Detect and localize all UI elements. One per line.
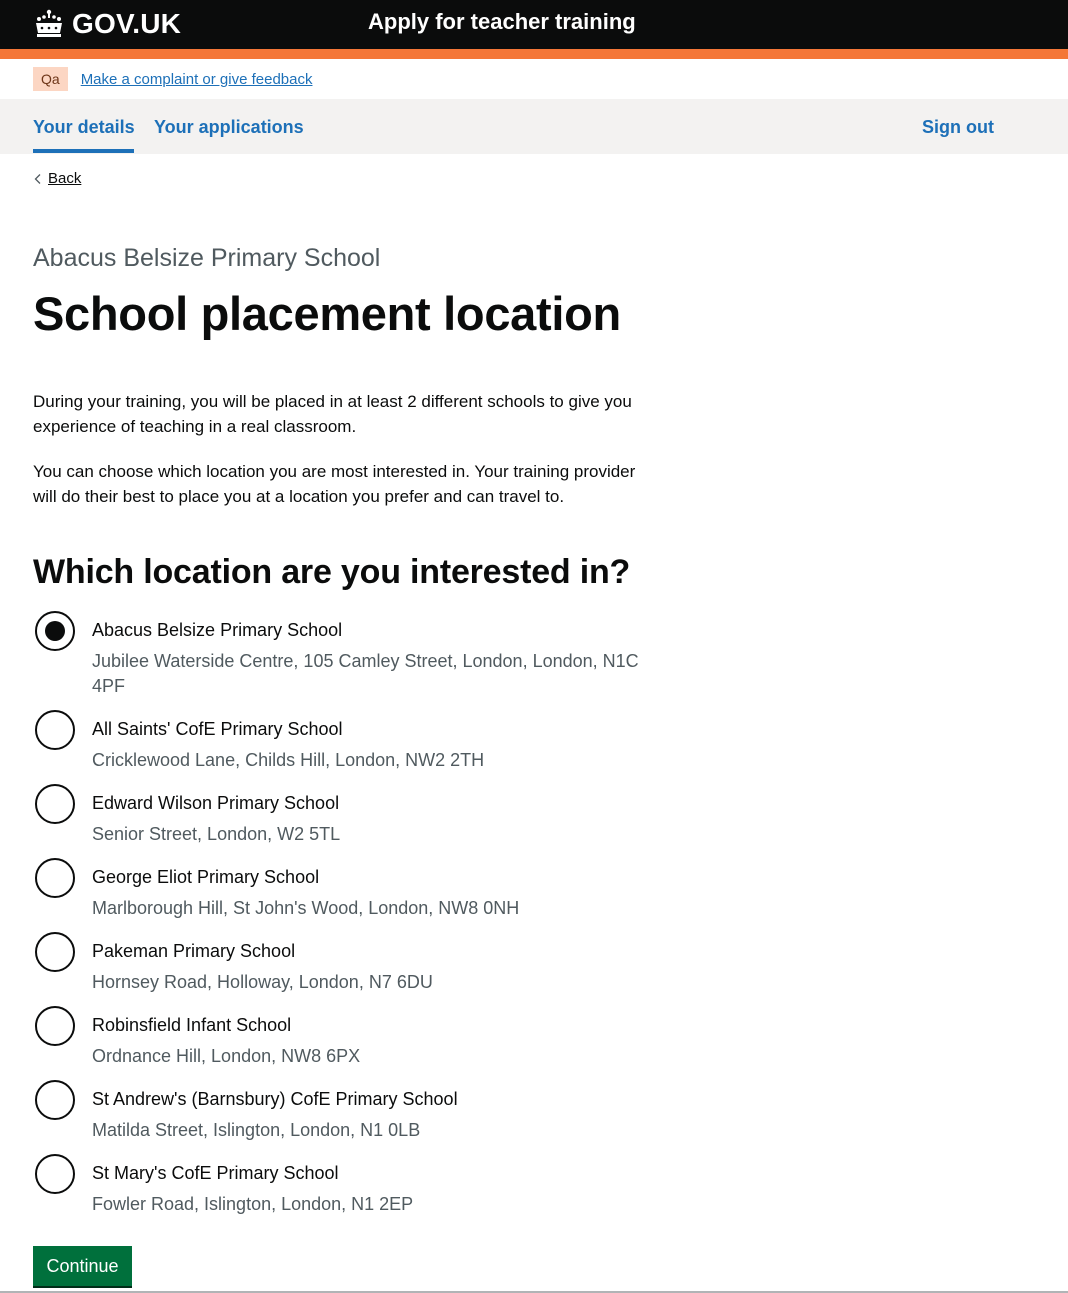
nav-your-applications[interactable]: Your applications [154, 117, 304, 138]
feedback-link[interactable]: Make a complaint or give feedback [81, 71, 313, 88]
header-accent-bar [0, 49, 1068, 59]
phase-banner: Qa Make a complaint or give feedback [33, 66, 312, 92]
radio-option[interactable]: Edward Wilson Primary School Senior Stre… [33, 784, 673, 848]
radio-button[interactable] [35, 1006, 75, 1046]
radio-hint: Matilda Street, Islington, London, N1 0L… [92, 1120, 421, 1140]
page-caption: Abacus Belsize Primary School [33, 244, 381, 272]
radio-hint: Jubilee Waterside Centre, 105 Camley Str… [92, 651, 639, 696]
crown-icon [36, 9, 62, 37]
back-link[interactable]: Back [33, 170, 81, 187]
radio-hint: Marlborough Hill, St John's Wood, London… [92, 898, 520, 918]
radio-option[interactable]: Abacus Belsize Primary School Jubilee Wa… [33, 611, 673, 696]
intro-paragraph: You can choose which location you are mo… [33, 462, 636, 506]
radio-label[interactable]: St Mary's CofE Primary School [92, 1163, 339, 1184]
radio-option[interactable]: St Mary's CofE Primary School Fowler Roa… [33, 1154, 673, 1218]
radio-label[interactable]: All Saints' CofE Primary School [92, 719, 343, 740]
radio-button[interactable] [35, 858, 75, 898]
radio-option[interactable]: Robinsfield Infant School Ordnance Hill,… [33, 1006, 673, 1070]
radio-button[interactable] [35, 710, 75, 750]
radio-label[interactable]: Abacus Belsize Primary School [92, 620, 342, 641]
page-title: School placement location [33, 287, 621, 340]
radio-label[interactable]: George Eliot Primary School [92, 867, 319, 888]
radio-hint: Hornsey Road, Holloway, London, N7 6DU [92, 972, 433, 992]
intro-paragraph: During your training, you will be placed… [33, 392, 632, 436]
radio-label[interactable]: Pakeman Primary School [92, 941, 295, 962]
govuk-logo-link[interactable]: GOV.UK [33, 6, 181, 42]
radio-hint: Fowler Road, Islington, London, N1 2EP [92, 1194, 414, 1214]
radio-button[interactable] [35, 932, 75, 972]
radio-button[interactable] [35, 611, 75, 651]
service-name-link[interactable]: Apply for teacher training [368, 9, 636, 35]
radio-label[interactable]: St Andrew's (Barnsbury) CofE Primary Sch… [92, 1089, 458, 1110]
question-heading: Which location are you interested in? [33, 553, 631, 591]
phase-tag: Qa [33, 67, 68, 91]
radio-option[interactable]: St Andrew's (Barnsbury) CofE Primary Sch… [33, 1080, 673, 1144]
nav-your-details[interactable]: Your details [33, 117, 135, 138]
radio-label[interactable]: Edward Wilson Primary School [92, 793, 339, 814]
continue-button[interactable]: Continue [33, 1246, 132, 1286]
radio-button[interactable] [35, 784, 75, 824]
sign-out-link[interactable]: Sign out [922, 117, 994, 138]
radio-option[interactable]: All Saints' CofE Primary School Cricklew… [33, 710, 673, 774]
radio-hint: Ordnance Hill, London, NW8 6PX [92, 1046, 361, 1066]
radio-label[interactable]: Robinsfield Infant School [92, 1015, 291, 1036]
radio-option[interactable]: Pakeman Primary School Hornsey Road, Hol… [33, 932, 673, 996]
radio-hint: Senior Street, London, W2 5TL [92, 824, 341, 844]
logo-text: GOV.UK [72, 8, 182, 39]
back-link-label: Back [48, 170, 82, 187]
nav-active-indicator [33, 149, 134, 153]
radio-hint: Cricklewood Lane, Childs Hill, London, N… [92, 750, 485, 770]
radio-option[interactable]: George Eliot Primary School Marlborough … [33, 858, 673, 922]
chevron-left-icon [34, 173, 41, 184]
radio-button[interactable] [35, 1080, 75, 1120]
header: GOV.UK Apply for teacher training [0, 0, 1068, 49]
radio-button[interactable] [35, 1154, 75, 1194]
primary-navigation: Your details Your applications Sign out [0, 99, 1068, 154]
